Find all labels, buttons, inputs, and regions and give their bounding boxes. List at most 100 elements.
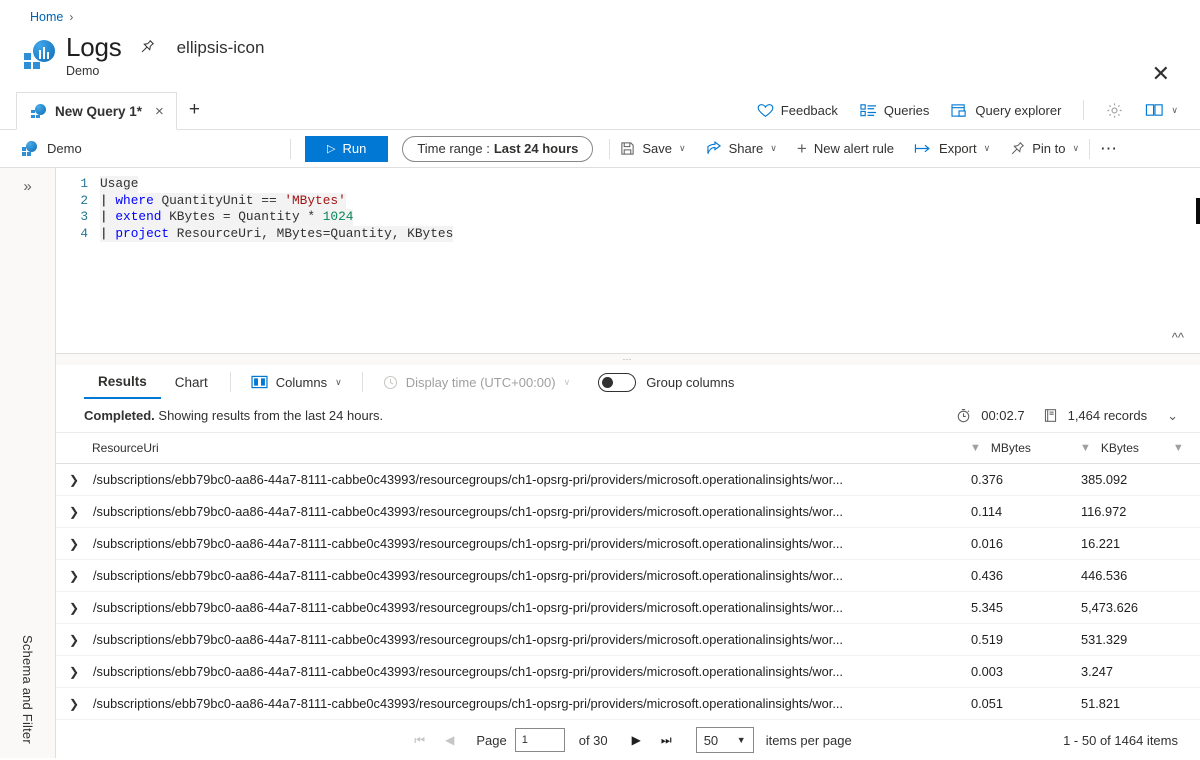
- add-tab-icon[interactable]: +: [189, 99, 200, 121]
- tab-chart[interactable]: Chart: [161, 365, 222, 399]
- column-header-resourceuri[interactable]: ResourceUri: [92, 433, 970, 464]
- stopwatch-icon: [957, 408, 970, 423]
- queries-button[interactable]: Queries: [860, 102, 930, 118]
- table-row[interactable]: ❯/subscriptions/ebb79bc0-aa86-44a7-8111-…: [56, 495, 1200, 528]
- row-expander-icon[interactable]: ❯: [56, 623, 92, 656]
- toggle-track[interactable]: [598, 372, 637, 392]
- funnel-icon[interactable]: ▼: [970, 442, 981, 454]
- row-expander-icon[interactable]: ❯: [56, 655, 92, 688]
- close-icon[interactable]: ✕: [1146, 62, 1176, 86]
- row-expander-icon[interactable]: ❯: [56, 527, 92, 560]
- row-expander-icon[interactable]: ❯: [56, 463, 92, 496]
- table-row[interactable]: ❯/subscriptions/ebb79bc0-aa86-44a7-8111-…: [56, 687, 1200, 720]
- export-button[interactable]: Export ∨: [904, 130, 1000, 168]
- funnel-icon[interactable]: ▼: [1080, 442, 1091, 454]
- columns-label: Columns: [275, 374, 328, 390]
- column-label: KBytes: [1100, 441, 1139, 455]
- cell-resourceuri: /subscriptions/ebb79bc0-aa86-44a7-8111-c…: [92, 591, 970, 624]
- group-columns-toggle[interactable]: Group columns: [598, 372, 734, 392]
- queries-label: Queries: [883, 102, 930, 118]
- page-size-select[interactable]: 50 ▼: [695, 727, 754, 753]
- first-page-button[interactable]: ⏮: [404, 733, 435, 748]
- more-options-icon[interactable]: ellipsis-icon: [173, 37, 269, 58]
- code-text[interactable]: Usage: [100, 176, 139, 193]
- breadcrumb-home[interactable]: Home: [30, 10, 63, 24]
- breadcrumb: Home ›: [0, 0, 1200, 24]
- page-label: Page: [476, 732, 507, 748]
- book-icon[interactable]: ∨: [1145, 102, 1178, 118]
- query-code[interactable]: 1 Usage 2 | where QuantityUnit == 'MBytes' 3…: [56, 168, 1200, 242]
- next-page-button[interactable]: ▶: [622, 733, 651, 747]
- query-explorer-button[interactable]: Query explorer: [951, 103, 1061, 118]
- export-chevron-down-icon: ∨: [983, 143, 991, 153]
- display-time-chevron-down-icon: ∨: [563, 376, 571, 387]
- expand-status-double-chevron-down-icon[interactable]: ⌄: [1167, 408, 1178, 424]
- share-button[interactable]: Share ∨: [696, 130, 787, 168]
- book-chevron-down-icon[interactable]: ∨: [1171, 105, 1178, 116]
- status-completed: Completed.: [84, 408, 155, 423]
- cell-resourceuri: /subscriptions/ebb79bc0-aa86-44a7-8111-c…: [92, 687, 970, 720]
- table-row[interactable]: ❯/subscriptions/ebb79bc0-aa86-44a7-8111-…: [56, 527, 1200, 560]
- workspace: » Schema and Filter 1 Usage 2 | where Quant…: [0, 168, 1200, 758]
- editor-splitter-handle[interactable]: ⋯: [56, 354, 1200, 365]
- cell-mbytes: 0.436: [970, 559, 1080, 592]
- gear-icon[interactable]: [1106, 102, 1123, 119]
- pin-icon[interactable]: [136, 37, 159, 58]
- table-row[interactable]: ❯/subscriptions/ebb79bc0-aa86-44a7-8111-…: [56, 559, 1200, 592]
- pin-to-button[interactable]: Pin to ∨: [1000, 130, 1089, 168]
- row-expander-icon[interactable]: ❯: [56, 591, 92, 624]
- table-row[interactable]: ❯/subscriptions/ebb79bc0-aa86-44a7-8111-…: [56, 591, 1200, 624]
- display-time-button[interactable]: Display time (UTC+00:00) ∨: [371, 375, 583, 390]
- time-range-picker[interactable]: Time range : Last 24 hours: [402, 135, 594, 162]
- display-time-label: Display time (UTC+00:00): [405, 374, 556, 390]
- play-icon: ▷: [327, 143, 336, 155]
- pin-to-label: Pin to: [1032, 141, 1066, 156]
- table-row[interactable]: ❯/subscriptions/ebb79bc0-aa86-44a7-8111-…: [56, 655, 1200, 688]
- code-text[interactable]: | where QuantityUnit == 'MBytes': [100, 192, 346, 209]
- double-chevron-right-icon[interactable]: »: [23, 178, 31, 195]
- command-bar-more-icon[interactable]: ⋯: [1090, 130, 1127, 168]
- last-page-button[interactable]: ⏭: [651, 733, 682, 748]
- double-chevron-up-icon[interactable]: ^^: [1172, 330, 1184, 345]
- cell-mbytes: 0.051: [970, 687, 1080, 720]
- table-row[interactable]: ❯/subscriptions/ebb79bc0-aa86-44a7-8111-…: [56, 463, 1200, 496]
- results-status-bar: Completed. Showing results from the last…: [56, 399, 1200, 433]
- save-button[interactable]: Save ∨: [610, 130, 695, 168]
- row-expander-icon[interactable]: ❯: [56, 559, 92, 592]
- list-icon: [860, 104, 876, 117]
- cell-kbytes: 51.821: [1080, 687, 1200, 720]
- editor-scrollbar[interactable]: [1196, 198, 1200, 224]
- scope-selector[interactable]: Demo: [22, 141, 290, 156]
- query-explorer-label: Query explorer: [975, 102, 1062, 118]
- column-header-kbytes[interactable]: ▼ KBytes ▼: [1080, 433, 1200, 464]
- table-row[interactable]: ❯/subscriptions/ebb79bc0-aa86-44a7-8111-…: [56, 623, 1200, 656]
- breadcrumb-separator-icon: ›: [69, 10, 74, 24]
- cell-kbytes: 3.247: [1080, 655, 1200, 688]
- share-label: Share: [728, 141, 764, 156]
- new-alert-rule-label: New alert rule: [813, 141, 895, 156]
- tab-new-query-1[interactable]: New Query 1* ×: [16, 92, 177, 130]
- code-text[interactable]: | project ResourceUri, MBytes=Quantity, …: [100, 225, 454, 242]
- tab-results[interactable]: Results: [84, 365, 161, 399]
- columns-button[interactable]: Columns ∨: [239, 375, 354, 390]
- schema-filter-rail[interactable]: » Schema and Filter: [0, 168, 56, 758]
- time-range-label: Time range :: [417, 141, 490, 156]
- column-header-mbytes[interactable]: ▼ MBytes: [970, 433, 1080, 464]
- funnel-icon[interactable]: ▼: [1173, 442, 1184, 454]
- code-line: 2 | where QuantityUnit == 'MBytes': [56, 192, 1200, 209]
- column-label: MBytes: [990, 441, 1031, 455]
- code-text[interactable]: | extend KBytes = Quantity * 1024: [100, 209, 354, 226]
- previous-page-button[interactable]: ◀: [435, 733, 464, 747]
- row-expander-icon[interactable]: ❯: [56, 687, 92, 720]
- run-button[interactable]: ▷ Run: [305, 135, 389, 162]
- code-line: 3 | extend KBytes = Quantity * 1024: [56, 209, 1200, 226]
- query-duration: 00:02.7: [981, 408, 1025, 423]
- new-alert-rule-button[interactable]: + New alert rule: [787, 130, 904, 168]
- row-expander-icon[interactable]: ❯: [56, 495, 92, 528]
- page-number-input[interactable]: [514, 728, 565, 752]
- results-toolbar: Results Chart Columns ∨ Display time (UT…: [56, 365, 1200, 399]
- tab-close-icon[interactable]: ×: [155, 103, 164, 120]
- query-editor[interactable]: 1 Usage 2 | where QuantityUnit == 'MBytes' 3…: [56, 168, 1200, 354]
- feedback-button[interactable]: Feedback: [757, 103, 838, 118]
- expander-column-header: [56, 433, 92, 464]
